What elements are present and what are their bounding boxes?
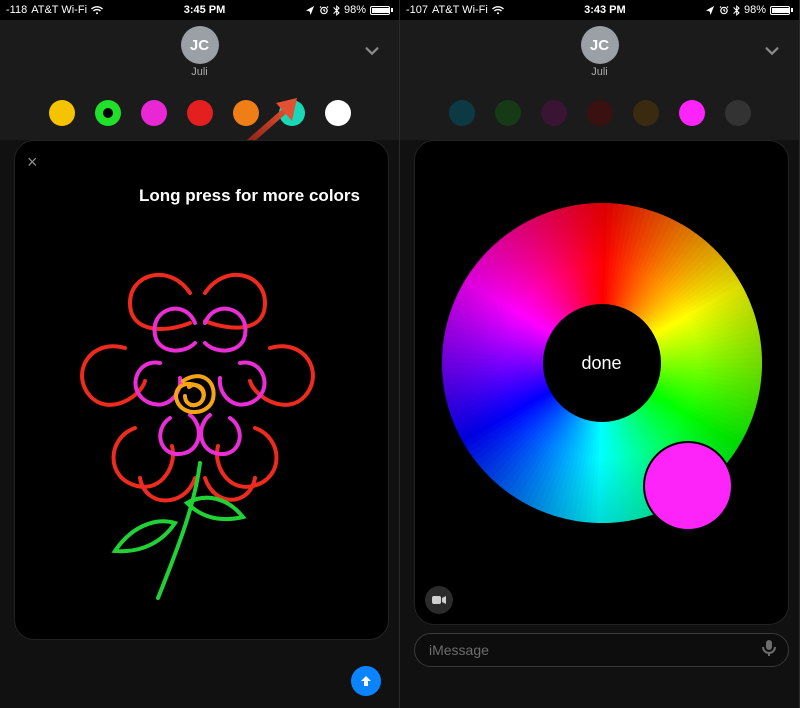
- close-icon[interactable]: ×: [27, 153, 38, 171]
- location-icon: [306, 6, 315, 15]
- contact-name: Juli: [400, 66, 799, 78]
- avatar-initials: JC: [590, 37, 609, 54]
- screen-digital-touch: -118 AT&T Wi-Fi 3:45 PM 98% JC Juli × Lo…: [0, 0, 400, 708]
- battery-percent: 98%: [744, 4, 766, 16]
- avatar[interactable]: JC: [181, 26, 219, 64]
- microphone-icon: [760, 639, 778, 657]
- chat-header: JC Juli: [0, 20, 399, 86]
- battery-icon: [770, 6, 793, 15]
- alarm-icon: [319, 5, 329, 15]
- color-swatch[interactable]: [325, 100, 351, 126]
- annotation-caption: Long press for more colors: [139, 186, 360, 206]
- color-swatch[interactable]: [187, 100, 213, 126]
- signal-strength-db: -107: [406, 4, 428, 16]
- message-input[interactable]: iMessage: [414, 633, 789, 667]
- bluetooth-icon: [333, 5, 340, 16]
- contact-name: Juli: [0, 66, 399, 78]
- alarm-icon: [719, 5, 729, 15]
- video-camera-button[interactable]: [425, 586, 453, 614]
- selected-color-indicator[interactable]: [643, 441, 733, 531]
- wifi-icon: [492, 6, 504, 15]
- done-label: done: [581, 353, 621, 374]
- message-placeholder: iMessage: [429, 642, 489, 658]
- screen-color-picker: -107 AT&T Wi-Fi 3:43 PM 98% JC Juli: [400, 0, 800, 708]
- color-swatch[interactable]: [95, 100, 121, 126]
- drawing-content: [55, 253, 335, 613]
- battery-percent: 98%: [344, 4, 366, 16]
- drawing-canvas[interactable]: × Long press for more colors: [14, 140, 389, 640]
- color-swatch[interactable]: [679, 100, 705, 126]
- color-swatch[interactable]: [141, 100, 167, 126]
- color-swatch[interactable]: [541, 100, 567, 126]
- send-button[interactable]: [351, 666, 381, 696]
- color-swatch[interactable]: [633, 100, 659, 126]
- chat-header: JC Juli: [400, 20, 799, 86]
- color-swatch[interactable]: [49, 100, 75, 126]
- location-icon: [706, 6, 715, 15]
- color-swatch-row: [0, 86, 399, 140]
- chevron-down-icon[interactable]: [363, 42, 381, 65]
- message-input-row: iMessage: [400, 625, 799, 667]
- bluetooth-icon: [733, 5, 740, 16]
- carrier: AT&T Wi-Fi: [31, 4, 87, 16]
- video-camera-icon: [432, 595, 446, 605]
- color-swatch[interactable]: [725, 100, 751, 126]
- avatar[interactable]: JC: [581, 26, 619, 64]
- battery-icon: [370, 6, 393, 15]
- signal-strength-db: -118: [6, 4, 27, 16]
- wifi-icon: [91, 6, 103, 15]
- status-bar: -118 AT&T Wi-Fi 3:45 PM 98%: [0, 0, 399, 20]
- chevron-down-icon[interactable]: [763, 42, 781, 65]
- status-bar: -107 AT&T Wi-Fi 3:43 PM 98%: [400, 0, 799, 20]
- color-picker-panel: done: [414, 140, 789, 625]
- color-swatch[interactable]: [449, 100, 475, 126]
- color-swatch[interactable]: [587, 100, 613, 126]
- microphone-button[interactable]: [760, 639, 778, 662]
- clock: 3:45 PM: [103, 4, 306, 16]
- avatar-initials: JC: [190, 37, 209, 54]
- clock: 3:43 PM: [504, 4, 706, 16]
- arrow-up-icon: [359, 674, 373, 688]
- done-button[interactable]: done: [543, 304, 661, 422]
- carrier: AT&T Wi-Fi: [432, 4, 488, 16]
- color-swatch-row-dimmed: [400, 86, 799, 140]
- color-swatch[interactable]: [495, 100, 521, 126]
